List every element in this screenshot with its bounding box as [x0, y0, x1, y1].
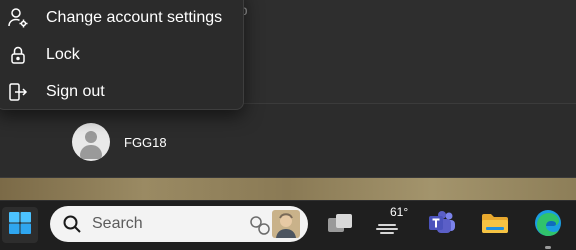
search-label: Search	[92, 215, 143, 232]
edge-button[interactable]	[530, 207, 566, 243]
start-button[interactable]	[2, 207, 38, 243]
teams-icon	[427, 210, 457, 241]
sign-out-icon	[7, 81, 29, 103]
edge-icon	[533, 208, 563, 243]
windows-logo-icon	[8, 211, 32, 240]
menu-item-label: Sign out	[46, 83, 105, 100]
menu-item-sign-out[interactable]: Sign out	[1, 74, 241, 110]
task-view-button[interactable]	[322, 207, 358, 243]
desktop-wallpaper	[0, 176, 576, 200]
account-settings-icon	[7, 7, 29, 29]
account-context-menu: Change account settings Lock Sign out	[0, 0, 244, 110]
search-icon	[62, 214, 82, 234]
taskbar-search-box[interactable]: Search	[50, 206, 308, 242]
folder-icon	[480, 210, 510, 241]
running-indicator	[545, 246, 551, 249]
avatar	[72, 123, 110, 161]
menu-item-label: Lock	[46, 46, 80, 63]
user-name: FGG18	[124, 134, 167, 150]
search-highlight-icon[interactable]	[244, 208, 304, 240]
menu-item-label: Change account settings	[46, 9, 223, 26]
teams-button[interactable]	[424, 207, 460, 243]
taskbar: Search 61°	[0, 200, 576, 250]
file-explorer-button[interactable]	[477, 207, 513, 243]
user-account-button[interactable]: FGG18	[72, 122, 167, 162]
menu-item-change-account-settings[interactable]: Change account settings	[1, 0, 241, 36]
lock-icon	[7, 44, 29, 66]
menu-item-lock[interactable]: Lock	[1, 37, 241, 73]
task-view-icon	[326, 211, 354, 240]
weather-temperature: 61°	[390, 205, 409, 219]
